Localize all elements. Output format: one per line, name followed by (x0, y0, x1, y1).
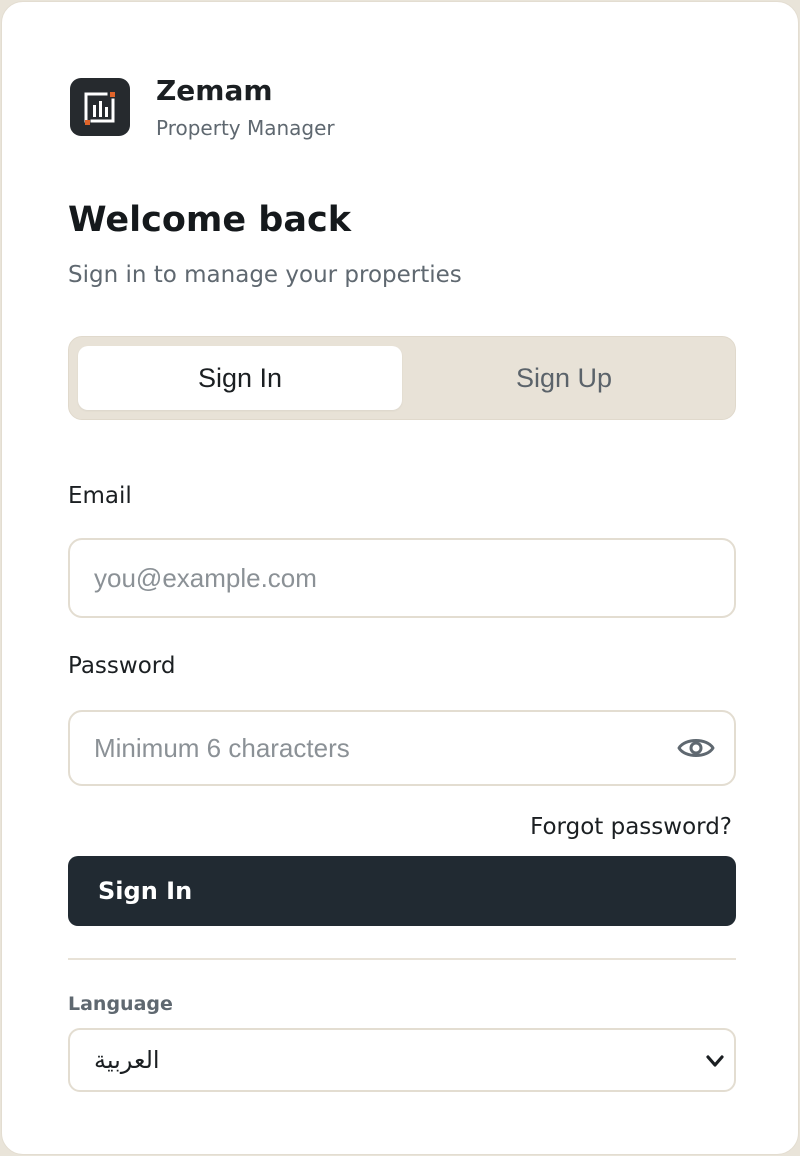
brand-name: Zemam (156, 74, 273, 107)
sign-in-card: Zemam Property Manager Welcome back Sign… (1, 1, 799, 1155)
sign-in-button[interactable]: Sign In (68, 856, 736, 926)
password-input[interactable] (94, 712, 654, 784)
language-select[interactable]: العربية (68, 1028, 736, 1092)
forgot-password-link[interactable]: Forgot password? (530, 812, 732, 842)
brand-text: Zemam Property Manager (156, 74, 335, 140)
email-input[interactable] (94, 540, 654, 616)
language-selected-value: العربية (94, 1046, 160, 1074)
password-label: Password (68, 653, 176, 679)
language-label: Language (68, 993, 173, 1015)
brand-header: Zemam Property Manager (70, 74, 335, 140)
email-field-wrapper (68, 538, 736, 618)
tab-sign-in[interactable]: Sign In (78, 346, 402, 410)
tab-sign-up[interactable]: Sign Up (402, 346, 726, 410)
brand-subtitle: Property Manager (156, 116, 335, 140)
divider (68, 958, 736, 960)
eye-icon[interactable] (676, 730, 716, 766)
page-title: Welcome back (68, 200, 351, 240)
email-label: Email (68, 483, 132, 509)
page-subtitle: Sign in to manage your properties (68, 262, 462, 288)
auth-tabs: Sign In Sign Up (68, 336, 736, 420)
chevron-down-icon (706, 1055, 724, 1067)
bar-chart-logo-icon (70, 78, 130, 136)
password-field-wrapper (68, 710, 736, 786)
